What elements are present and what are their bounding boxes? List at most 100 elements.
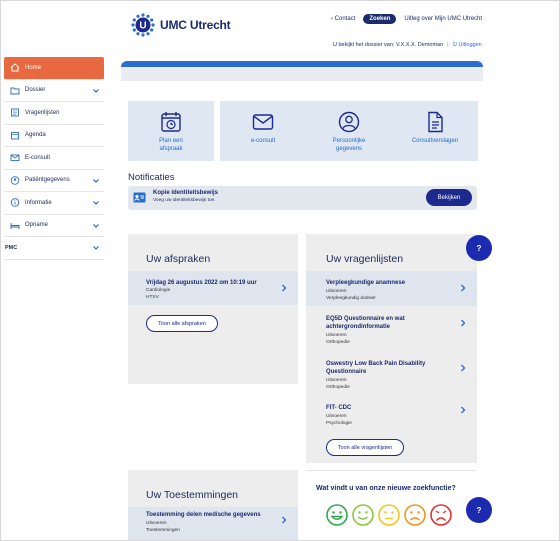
sad-face-icon[interactable]: [404, 504, 426, 526]
sidebar-item-label: Opname: [25, 222, 49, 229]
envelope-icon: [252, 114, 274, 130]
sidebar-item-dossier[interactable]: Dossier: [4, 80, 104, 102]
tile-e-consult[interactable]: e-consult: [220, 101, 306, 161]
feedback-question: Wat vindt u van onze nieuwe zoekfunctie?: [316, 485, 456, 492]
sidebar-item-agenda[interactable]: Agenda: [4, 125, 104, 147]
questionnaire-title: FIT- CDC: [326, 405, 352, 411]
notification-title: Kopie identiteitsbewijs: [153, 190, 219, 196]
tile-consult-reports[interactable]: Consultverslagen: [392, 101, 478, 161]
home-icon: [10, 63, 20, 72]
sidebar-item-label: Vragenlijsten: [25, 109, 60, 116]
happy-face-icon[interactable]: [352, 504, 374, 526]
consent-title: Toestemming delen medische gegevens: [146, 512, 261, 518]
sidebar-item-pmc[interactable]: PMC: [4, 237, 104, 260]
questionnaires-card: Uw vragenlijsten Verpleegkundige anamnes…: [306, 234, 477, 463]
very-sad-face-icon[interactable]: [430, 504, 452, 526]
consent-action: Uitvoeren: [146, 521, 167, 526]
tile-label: Persoonlijke gegevens: [332, 138, 366, 153]
questionnaire-department: Orthopedie: [326, 340, 350, 345]
viewing-dossier-text: U bekijkt het dossier van: V.X.X.X. Demo…: [333, 42, 444, 48]
view-button[interactable]: Bekijken: [426, 189, 472, 206]
notification-subtitle: Voeg uw identiteitsbewijs toe.: [153, 198, 216, 203]
explain-link[interactable]: Uitleg over Mijn UMC Utrecht: [404, 16, 482, 22]
sidebar-item-label: Informatie: [25, 199, 52, 206]
sidebar-item-label: Patiëntgegevens: [25, 177, 70, 184]
person-icon: [10, 176, 20, 185]
very-happy-face-icon[interactable]: [326, 504, 348, 526]
search-button[interactable]: Zoeken: [363, 14, 397, 24]
app-window: U UMC Utrecht ‹ Contact Zoeken Uitleg ov…: [0, 0, 560, 541]
chevron-right-icon: [461, 364, 466, 372]
tile-label: Plan een afspraak: [159, 138, 183, 153]
chevron-down-icon[interactable]: [92, 222, 100, 230]
tile-label: Consultverslagen: [411, 138, 459, 144]
questionnaire-row[interactable]: Verpleegkundige anamnese Uitvoeren Verpl…: [306, 271, 477, 306]
page-banner: [121, 61, 483, 81]
calendar-clock-icon: [161, 112, 181, 132]
document-icon: [428, 111, 443, 133]
user-circle-icon: [338, 111, 360, 133]
questionnaire-title: Oswestry Low Back Pain Disability Questi…: [326, 361, 426, 375]
appointments-card: Uw afspraken Vrijdag 26 augustus 2022 om…: [128, 234, 298, 384]
chevron-down-icon[interactable]: [92, 87, 100, 95]
neutral-face-icon[interactable]: [378, 504, 400, 526]
questionnaire-department: Orthopedie: [326, 385, 350, 390]
help-button[interactable]: ?: [466, 497, 492, 523]
sidebar-item-opname[interactable]: Opname: [4, 215, 104, 237]
chevron-down-icon[interactable]: [92, 199, 100, 207]
questionnaire-action: Uitvoeren: [326, 378, 347, 383]
questionnaire-title: EQ5D Questionnaire en wat achtergrondinf…: [326, 316, 405, 330]
sidebar-item-label: E-consult: [25, 154, 51, 161]
sidebar-item-patientgegevens[interactable]: Patiëntgegevens: [4, 170, 104, 192]
feedback-faces: [326, 504, 452, 526]
questionnaire-action: Uitvoeren: [326, 333, 347, 338]
appointment-title: Vrijdag 26 augustus 2022 om 10:19 uur: [146, 280, 257, 286]
tile-label: e-consult: [250, 138, 276, 144]
appointment-row[interactable]: Vrijdag 26 augustus 2022 om 10:19 uur Ca…: [128, 271, 298, 305]
list-icon: [10, 108, 20, 117]
consent-row[interactable]: Toestemming delen medische gegevens Uitv…: [128, 507, 298, 540]
chevron-down-icon[interactable]: [92, 244, 100, 252]
show-all-questionnaires-button[interactable]: Toon alle vragenlijsten: [326, 439, 404, 456]
contact-link[interactable]: ‹ Contact: [331, 16, 355, 22]
sidebar: Home Dossier Vragenlijsten Agenda E-cons…: [4, 57, 104, 260]
help-button[interactable]: ?: [466, 235, 492, 261]
questionnaire-department: Verpleegkundig dossier: [326, 296, 376, 301]
logout-link[interactable]: ⏻ Uitloggen: [453, 42, 482, 48]
sidebar-item-label: Home: [25, 64, 42, 71]
chevron-right-icon: [282, 516, 287, 524]
id-card-icon: [133, 192, 146, 203]
sidebar-item-informatie[interactable]: Informatie: [4, 192, 104, 215]
umc-logo[interactable]: U UMC Utrecht: [131, 13, 231, 37]
consents-heading: Uw Toestemmingen: [146, 489, 239, 501]
notifications-heading: Notificaties: [128, 172, 175, 183]
user-bar: U bekijkt het dossier van: V.X.X.X. Demo…: [333, 42, 482, 48]
appointments-heading: Uw afspraken: [146, 253, 211, 265]
tile-personal-data[interactable]: Persoonlijke gegevens: [306, 101, 392, 161]
consents-card: Uw Toestemmingen Toestemming delen medis…: [128, 470, 298, 540]
questionnaire-action: Uitvoeren: [326, 289, 347, 294]
consent-category: Toestemmingen: [146, 528, 180, 533]
sidebar-item-label: PMC: [5, 244, 18, 251]
chevron-down-icon[interactable]: [92, 177, 100, 185]
info-icon: [10, 198, 20, 207]
questionnaire-title: Verpleegkundige anamnese: [326, 280, 406, 286]
show-all-appointments-button[interactable]: Toon alle afspraken: [146, 315, 218, 332]
calendar-icon: [10, 131, 20, 140]
folder-icon: [10, 86, 20, 95]
chevron-right-icon: [461, 406, 466, 414]
questionnaires-heading: Uw vragenlijsten: [326, 253, 404, 265]
questionnaire-department: Psychologie: [326, 421, 352, 426]
bed-icon: [10, 221, 20, 230]
sidebar-item-label: Agenda: [25, 132, 46, 139]
chevron-right-icon: [282, 284, 287, 292]
sidebar-item-e-consult[interactable]: E-consult: [4, 147, 104, 170]
sidebar-item-label: Dossier: [25, 87, 46, 94]
sidebar-item-vragenlijsten[interactable]: Vragenlijsten: [4, 102, 104, 125]
appointment-department: Cardiologie: [146, 288, 171, 293]
notification-item: Kopie identiteitsbewijs Voeg uw identite…: [128, 186, 477, 210]
tile-plan-appointment[interactable]: Plan een afspraak: [128, 101, 214, 161]
top-nav: ‹ Contact Zoeken Uitleg over Mijn UMC Ut…: [331, 14, 482, 24]
sidebar-item-home[interactable]: Home: [4, 57, 104, 80]
appointment-location: HTXV: [146, 295, 159, 300]
